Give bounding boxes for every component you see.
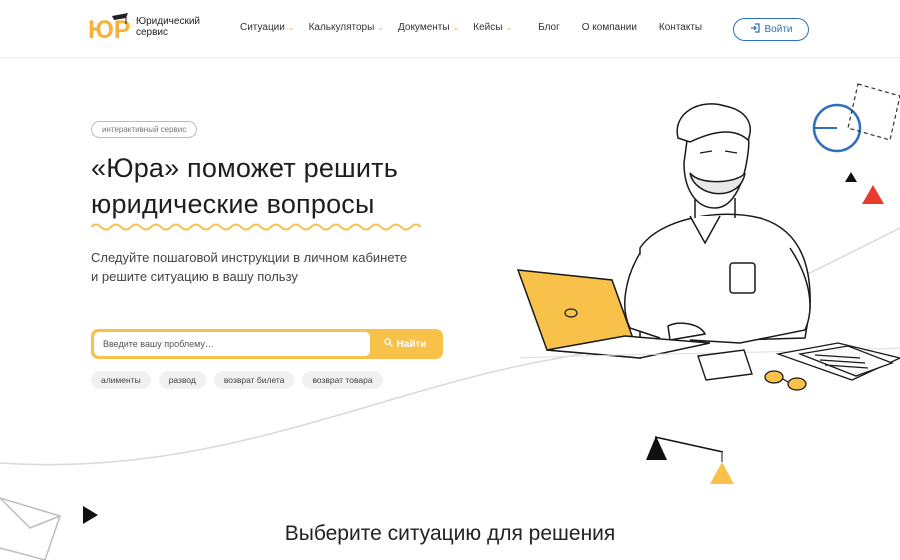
nav-item-blog[interactable]: Блог bbox=[538, 22, 560, 33]
chevron-down-icon: ⌄ bbox=[452, 23, 460, 32]
clock-icon bbox=[812, 103, 862, 153]
site-header: ЮР Юридический сервис Ситуации ⌄ Калькуля… bbox=[0, 0, 900, 58]
login-button[interactable]: Войти bbox=[733, 18, 809, 41]
service-badge: интерактивный сервис bbox=[91, 121, 198, 138]
login-label: Войти bbox=[764, 24, 793, 35]
nav-item-situations[interactable]: Ситуации ⌄ bbox=[240, 22, 295, 33]
main-nav: Ситуации ⌄ Калькуляторы ⌄ Документы ⌄ Кейсы… bbox=[240, 22, 724, 33]
nav-item-label: Кейсы bbox=[473, 22, 503, 33]
tag-product-return[interactable]: возврат товара bbox=[302, 371, 383, 389]
subtitle-line2: и решите ситуацию в вашу пользу bbox=[91, 269, 298, 284]
search-icon bbox=[383, 338, 393, 350]
laptop-illustration bbox=[516, 269, 711, 359]
nav-item-label: Ситуации bbox=[240, 22, 285, 33]
glasses-illustration bbox=[764, 370, 807, 391]
search-button[interactable]: Найти bbox=[371, 332, 439, 356]
page-title: «Юра» поможет решить юридические вопросы bbox=[91, 150, 398, 222]
documents-illustration bbox=[775, 342, 900, 381]
nav-item-calculators[interactable]: Калькуляторы ⌄ bbox=[309, 22, 384, 33]
tag-ticket-return[interactable]: возврат билета bbox=[213, 371, 295, 389]
title-line2: юридические вопросы bbox=[91, 189, 375, 219]
chevron-down-icon: ⌄ bbox=[287, 23, 295, 32]
nav-item-contacts[interactable]: Контакты bbox=[659, 22, 702, 33]
man-illustration bbox=[624, 103, 811, 344]
search-bar: Найти bbox=[91, 329, 443, 359]
logo-mark-text: ЮР bbox=[88, 16, 130, 42]
search-input[interactable] bbox=[94, 332, 370, 356]
wavy-underline bbox=[91, 223, 421, 231]
chevron-down-icon: ⌄ bbox=[377, 23, 384, 32]
section-title: Выберите ситуацию для решения bbox=[284, 522, 616, 545]
nav-item-about[interactable]: О компании bbox=[582, 22, 637, 33]
nav-item-label: Документы bbox=[398, 22, 450, 33]
hero-subtitle: Следуйте пошаговой инструкции в личном к… bbox=[91, 248, 407, 286]
logo[interactable]: ЮР Юридический сервис bbox=[88, 12, 200, 42]
subtitle-line1: Следуйте пошаговой инструкции в личном к… bbox=[91, 250, 408, 265]
logo-line2: сервис bbox=[136, 27, 169, 38]
search-button-label: Найти bbox=[396, 338, 427, 350]
nav-item-cases[interactable]: Кейсы ⌄ bbox=[473, 22, 512, 33]
tag-alimony[interactable]: алименты bbox=[91, 371, 151, 389]
tag-divorce[interactable]: развод bbox=[158, 371, 206, 389]
logo-mark: ЮР bbox=[88, 12, 130, 42]
nav-item-label: Калькуляторы bbox=[308, 22, 375, 33]
quick-tags: алименты развод возврат билета возврат т… bbox=[91, 371, 383, 389]
phone-illustration bbox=[697, 349, 753, 381]
logo-line1: Юридический bbox=[136, 16, 200, 27]
title-line1: «Юра» поможет решить bbox=[91, 153, 399, 183]
logo-text: Юридический сервис bbox=[136, 16, 200, 38]
login-icon bbox=[750, 23, 760, 36]
nav-item-documents[interactable]: Документы ⌄ bbox=[398, 22, 459, 33]
chevron-down-icon: ⌄ bbox=[505, 23, 513, 32]
